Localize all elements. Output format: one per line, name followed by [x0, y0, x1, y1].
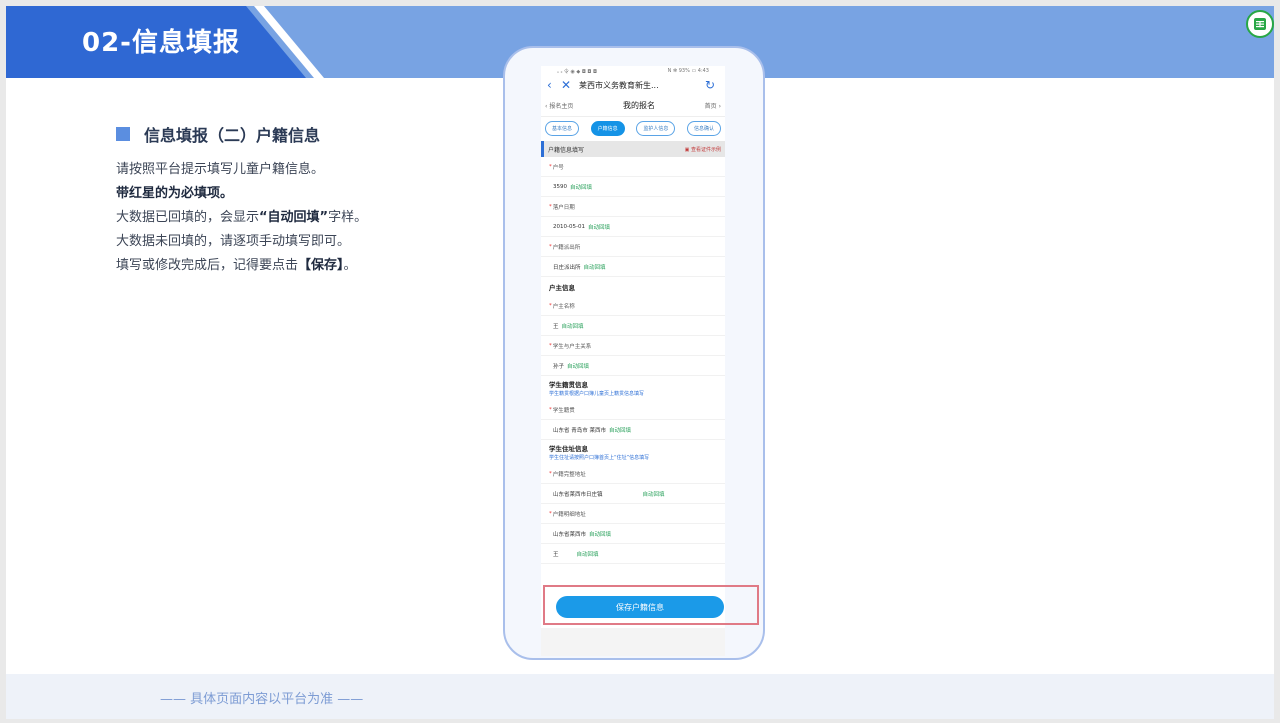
field-detail-address[interactable]: 山东省莱西市 自动回填 [541, 524, 725, 544]
instruction-line-2: 带红星的为必填项。 [116, 186, 234, 201]
status-right: N ✻ 93% ▭ 4:43 [667, 68, 709, 74]
instruction-line-5: 填写或修改完成后，记得要点击【保存】。 [116, 258, 357, 273]
field-native[interactable]: 山东省 青岛市 莱西市 自动回填 [541, 420, 725, 440]
instruction-line-1: 请按照平台提示填写儿童户籍信息。 [116, 162, 325, 177]
field-label-full-address: * 户籍完整地址 [541, 464, 725, 484]
tab-hukou-info[interactable]: 户籍信息 [590, 120, 625, 136]
field-settle-date[interactable]: 2010-05-01 自动回填 [541, 217, 725, 237]
group-native: 学生籍贯信息 学生籍贯根据户口簿儿童页上籍贯信息填写 [549, 381, 645, 397]
tab-basic-info[interactable]: 基本信息 [545, 120, 580, 136]
status-left: ₙ ᵢₗ 令 ◉ ◆ ◘ ◘ ◘ [557, 68, 597, 75]
chevron-right-icon: › [716, 102, 721, 110]
bottom-spacer [541, 628, 725, 656]
phone-status-bar: ₙ ᵢₗ 令 ◉ ◆ ◘ ◘ ◘ N ✻ 93% ▭ 4:43 [541, 66, 725, 76]
footer-note: —— 具体页面内容以平台为准 —— [160, 692, 364, 707]
group-owner: 户主信息 [549, 283, 575, 292]
section-title: 信息填报（二）户籍信息 [144, 126, 321, 145]
close-icon[interactable]: ✕ [561, 78, 575, 92]
field-hukou-no[interactable]: 3590 自动回填 [541, 177, 725, 197]
field-owner-name[interactable]: 王自动回填 [541, 316, 725, 336]
form-section-title: 户籍信息填写 [548, 146, 585, 154]
app-title: 莱西市义务教育新生... [579, 80, 659, 90]
section-heading: 信息填报（二）户籍信息 [116, 122, 320, 146]
instruction-line-4: 大数据未回填的，请逐项手动填写即可。 [116, 234, 351, 249]
group-address: 学生住址信息 学生住址请按照户口簿首页上“住址”信息填写 [549, 445, 650, 461]
form-section-bar: 户籍信息填写 ▣ 查看证件示例 [541, 141, 725, 157]
back-icon[interactable]: ‹ [547, 78, 561, 92]
save-highlight-box [543, 585, 759, 625]
field-relation[interactable]: 孙子 自动回填 [541, 356, 725, 376]
footer: —— 具体页面内容以平台为准 —— [6, 674, 1274, 719]
field-police[interactable]: 日庄派出所 自动回填 [541, 257, 725, 277]
field-label-police: * 户籍派出所 [541, 237, 725, 257]
step-tabs: 基本信息 户籍信息 监护人信息 信息确认 [541, 117, 725, 139]
back-to-home-link[interactable]: ‹ 报名主页 [545, 101, 573, 110]
section-square-icon [116, 127, 130, 141]
field-label-owner-name: * 户主名称 [541, 296, 725, 316]
tab-confirm-info[interactable]: 信息确认 [686, 120, 721, 136]
field-label-hukou-no: * 户号 [541, 157, 725, 177]
field-full-address[interactable]: 山东省莱西市日庄镇 自动回填 [541, 484, 725, 504]
page-nav-bar: ‹ 报名主页 我的报名 首页 › [541, 94, 725, 117]
phone-screen: ₙ ᵢₗ 令 ◉ ◆ ◘ ◘ ◘ N ✻ 93% ▭ 4:43 ‹ ✕ 莱西市义… [541, 66, 725, 656]
app-nav-bar: ‹ ✕ 莱西市义务教育新生... ↻ [541, 76, 725, 94]
home-link[interactable]: 首页 › [705, 101, 721, 110]
field-label-native: * 学生籍贯 [541, 400, 725, 420]
instructions: 请按照平台提示填写儿童户籍信息。 带红星的为必填项。 大数据已回填的，会显示“自… [116, 158, 367, 278]
page-title: 02-信息填报 [82, 28, 240, 58]
field-label-relation: * 学生与户主关系 [541, 336, 725, 356]
refresh-icon[interactable]: ↻ [705, 78, 719, 92]
page-heading: 我的报名 [623, 100, 655, 110]
example-link[interactable]: ▣ 查看证件示例 [685, 146, 721, 153]
spreadsheet-icon[interactable] [1246, 10, 1274, 38]
tab-guardian-info[interactable]: 监护人信息 [636, 120, 676, 136]
field-last[interactable]: 王自动回填 [541, 544, 725, 564]
field-label-detail-address: * 户籍明细地址 [541, 504, 725, 524]
field-label-settle-date: * 落户日期 [541, 197, 725, 217]
instruction-line-3: 大数据已回填的，会显示“自动回填”字样。 [116, 210, 368, 225]
